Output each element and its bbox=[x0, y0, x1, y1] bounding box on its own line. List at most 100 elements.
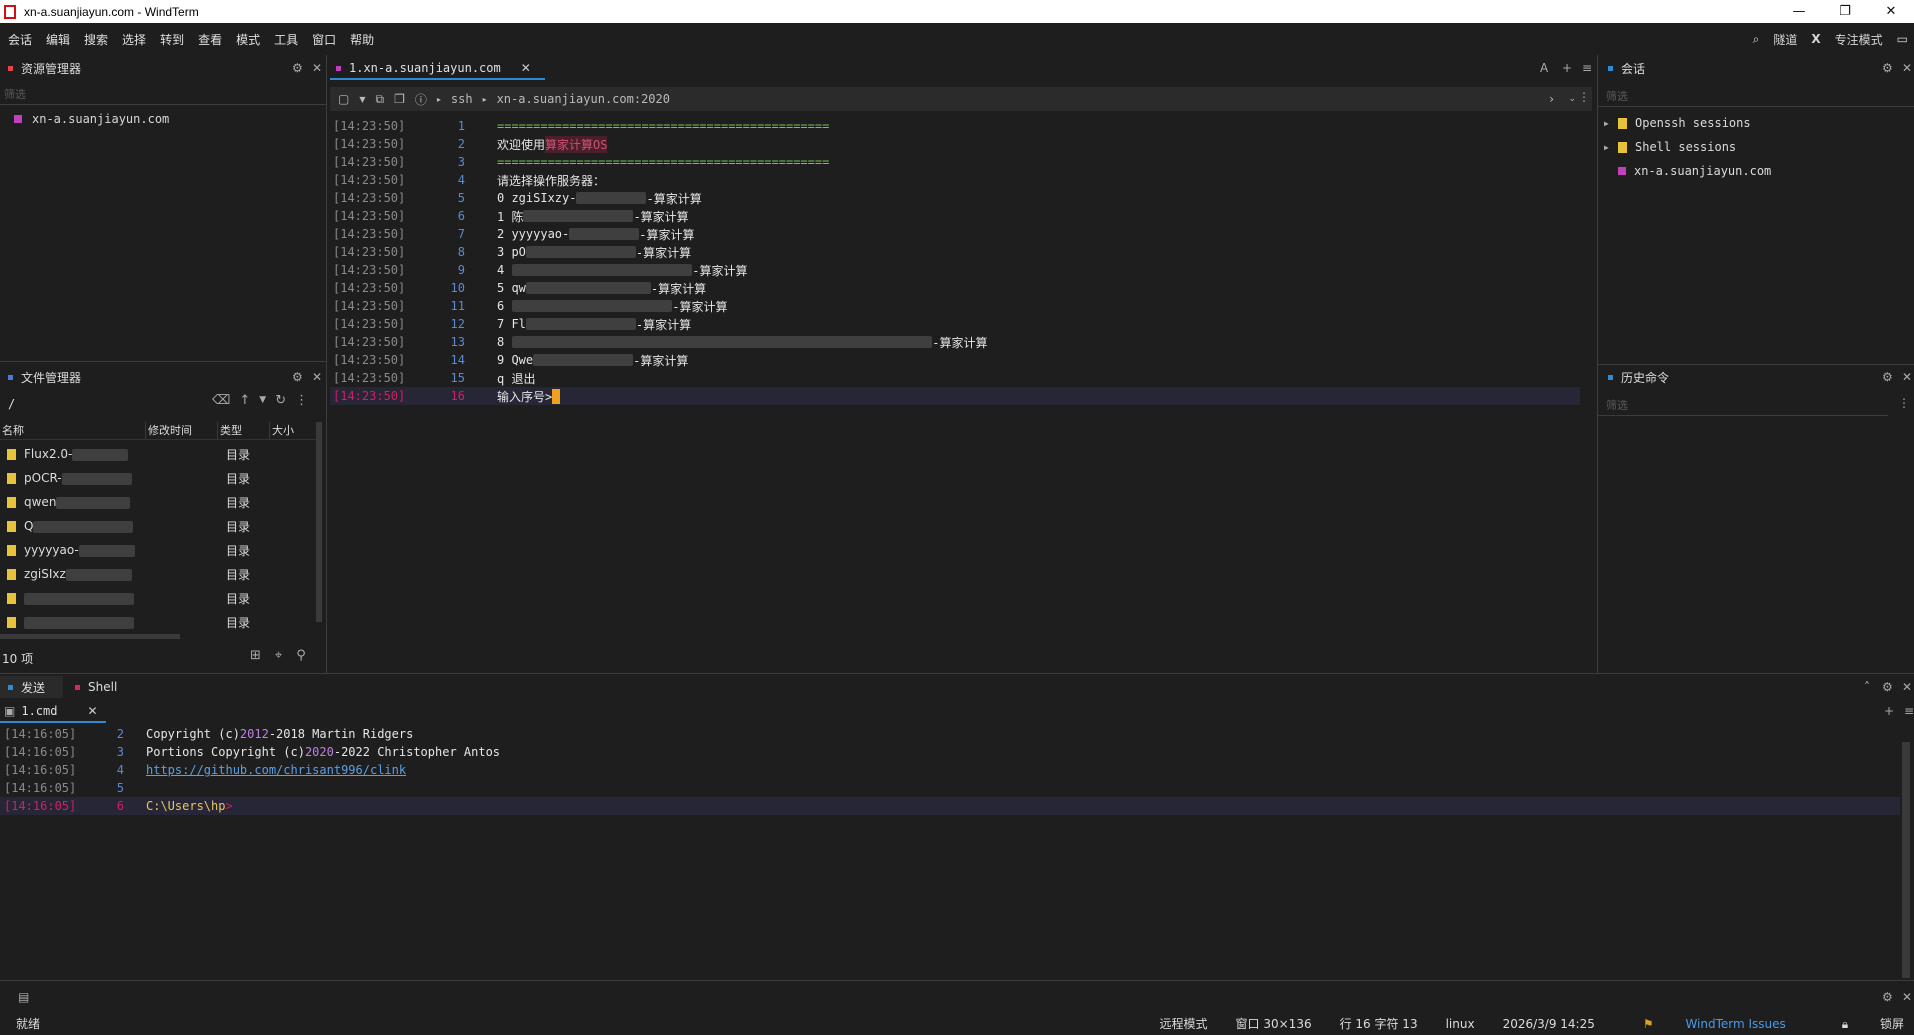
close-icon[interactable]: ✕ bbox=[1902, 61, 1912, 75]
refresh-icon[interactable]: ↻ bbox=[275, 393, 286, 408]
menu-session[interactable]: 会话 bbox=[8, 31, 32, 48]
close-tab-icon[interactable]: ✕ bbox=[521, 61, 531, 75]
clear-icon[interactable]: ⌫ bbox=[212, 393, 230, 408]
send-panel-icon[interactable]: ▤ bbox=[18, 990, 29, 1004]
gear-icon[interactable]: ⚙ bbox=[1882, 370, 1893, 384]
file-row[interactable]: 目录 bbox=[0, 586, 318, 610]
menu-search[interactable]: 搜索 bbox=[84, 31, 108, 48]
menu-goto[interactable]: 转到 bbox=[160, 31, 184, 48]
chevron-down-icon[interactable]: ▼ bbox=[359, 95, 365, 104]
status-os[interactable]: linux bbox=[1446, 1017, 1475, 1031]
chevron-down-icon[interactable]: ⌄ bbox=[1568, 94, 1576, 104]
focus-mode-button[interactable]: 专注模式 bbox=[1835, 31, 1883, 48]
more-icon[interactable]: ⋮ bbox=[1578, 90, 1590, 104]
session-group-shell[interactable]: ▶ Shell sessions bbox=[1604, 137, 1736, 157]
status-cursor-pos[interactable]: 行 16 字符 13 bbox=[1340, 1015, 1418, 1032]
menu-select[interactable]: 选择 bbox=[122, 31, 146, 48]
close-icon[interactable]: ✕ bbox=[312, 61, 322, 75]
resource-host-item[interactable]: xn-a.suanjiayun.com bbox=[14, 112, 169, 126]
terminal-toolbar: ▢ ▼ ⧉ ❐ ⓘ ▸ ssh ▸ xn-a.suanjiayun.com:20… bbox=[330, 87, 1592, 111]
tab-send[interactable]: 发送 bbox=[0, 676, 64, 698]
file-row[interactable]: 目录 bbox=[0, 610, 318, 634]
minimize-button[interactable]: — bbox=[1776, 0, 1822, 23]
col-size[interactable]: 大小 bbox=[270, 422, 318, 439]
more-icon[interactable]: ⋮ bbox=[1898, 396, 1910, 410]
shell-scrollbar[interactable] bbox=[1902, 742, 1910, 978]
chevron-down-icon[interactable]: ▼ bbox=[259, 395, 266, 408]
add-tab-icon[interactable]: + bbox=[1884, 704, 1894, 718]
tab-shell[interactable]: Shell bbox=[63, 676, 141, 698]
expand-icon[interactable]: ▶ bbox=[1604, 119, 1618, 128]
status-mode[interactable]: 远程模式 bbox=[1160, 1015, 1208, 1032]
file-list-hscrollbar[interactable] bbox=[0, 634, 180, 639]
host-address[interactable]: xn-a.suanjiayun.com:2020 bbox=[497, 92, 670, 106]
info-icon[interactable]: ⓘ bbox=[415, 91, 427, 108]
clink-link[interactable]: https://github.com/chrisant996/clink bbox=[146, 763, 406, 777]
terminal-current-line[interactable]: [14:23:50] 16 输入序号> bbox=[333, 387, 561, 405]
x-button[interactable]: X bbox=[1811, 32, 1820, 46]
col-mtime[interactable]: 修改时间 bbox=[146, 422, 218, 439]
expand-icon[interactable]: ▶ bbox=[1604, 143, 1618, 152]
col-name[interactable]: 名称 bbox=[0, 422, 146, 439]
sync-icon[interactable]: ⚲ bbox=[296, 648, 306, 663]
menu-help[interactable]: 帮助 bbox=[350, 31, 374, 48]
shell-current-line[interactable]: [14:16:05] 6 C:\Users\hp > bbox=[4, 797, 233, 815]
host-icon bbox=[14, 115, 22, 123]
gear-icon[interactable]: ⚙ bbox=[1882, 990, 1893, 1004]
status-window-size[interactable]: 窗口 30×136 bbox=[1236, 1015, 1312, 1032]
menu-view[interactable]: 查看 bbox=[198, 31, 222, 48]
new-folder-icon[interactable]: ⊞ bbox=[250, 648, 261, 663]
file-list-scrollbar[interactable] bbox=[316, 422, 322, 622]
protocol-label[interactable]: ssh bbox=[451, 92, 473, 106]
new-session-icon[interactable]: ▢ bbox=[338, 92, 349, 106]
file-row[interactable]: Flux2.0- 目录 bbox=[0, 442, 318, 466]
history-title: 历史命令 bbox=[1600, 366, 1669, 388]
menu-edit[interactable]: 编辑 bbox=[46, 31, 70, 48]
folder-icon bbox=[7, 448, 16, 460]
resource-filter-input[interactable]: 筛选 bbox=[4, 86, 26, 102]
tab-menu-icon[interactable]: ≡ bbox=[1904, 704, 1914, 718]
file-row[interactable]: Q 目录 bbox=[0, 514, 318, 538]
tab-terminal[interactable]: 1.xn-a.suanjiayun.com ✕ bbox=[330, 57, 531, 79]
tab-menu-icon[interactable]: ≡ bbox=[1582, 61, 1592, 75]
gear-icon[interactable]: ⚙ bbox=[1882, 680, 1893, 694]
gear-icon[interactable]: ⚙ bbox=[292, 61, 303, 75]
location-icon[interactable]: ⌖ bbox=[275, 648, 282, 663]
duplicate-icon[interactable]: ⧉ bbox=[376, 92, 385, 107]
add-tab-icon[interactable]: + bbox=[1562, 61, 1572, 75]
layout-icon[interactable]: ▭ bbox=[1897, 32, 1908, 46]
close-icon[interactable]: ✕ bbox=[1902, 370, 1912, 384]
gear-icon[interactable]: ⚙ bbox=[292, 370, 303, 384]
file-row[interactable]: pOCR- 目录 bbox=[0, 466, 318, 490]
up-arrow-icon[interactable]: ↑ bbox=[239, 393, 250, 408]
close-icon[interactable]: ✕ bbox=[1902, 990, 1912, 1004]
chevron-up-icon[interactable]: ˄ bbox=[1864, 680, 1870, 694]
more-icon[interactable]: ⋮ bbox=[295, 393, 308, 408]
session-group-openssh[interactable]: ▶ Openssh sessions bbox=[1604, 113, 1751, 133]
menu-mode[interactable]: 模式 bbox=[236, 31, 260, 48]
file-row[interactable]: zgiSIxz 目录 bbox=[0, 562, 318, 586]
copy-icon[interactable]: ❐ bbox=[394, 92, 405, 106]
sessions-filter-input[interactable]: 筛选 bbox=[1606, 88, 1628, 104]
tunnel-button[interactable]: 隧道 bbox=[1773, 31, 1797, 48]
issues-link[interactable]: ⚑ WindTerm Issues bbox=[1615, 1017, 1786, 1031]
path-input[interactable]: / bbox=[8, 397, 15, 411]
forward-icon[interactable]: › bbox=[1549, 92, 1554, 106]
lock-screen-button[interactable]: 🔒︎ 锁屏 bbox=[1814, 1015, 1904, 1032]
gear-icon[interactable]: ⚙ bbox=[1882, 61, 1893, 75]
session-item-host[interactable]: xn-a.suanjiayun.com bbox=[1604, 161, 1771, 181]
tab-cmd[interactable]: ▣ 1.cmd ✕ bbox=[0, 700, 98, 722]
col-type[interactable]: 类型 bbox=[218, 422, 270, 439]
font-icon[interactable]: A bbox=[1540, 61, 1548, 75]
file-row[interactable]: qwen 目录 bbox=[0, 490, 318, 514]
restore-button[interactable]: ❐ bbox=[1822, 0, 1868, 23]
history-filter-input[interactable]: 筛选 bbox=[1606, 397, 1628, 413]
close-icon[interactable]: ✕ bbox=[1902, 680, 1912, 694]
close-tab-icon[interactable]: ✕ bbox=[87, 704, 97, 718]
search-icon[interactable]: ⌕ bbox=[1753, 32, 1760, 47]
menu-tools[interactable]: 工具 bbox=[274, 31, 298, 48]
file-row[interactable]: yyyyyao- 目录 bbox=[0, 538, 318, 562]
close-icon[interactable]: ✕ bbox=[312, 370, 322, 384]
menu-window[interactable]: 窗口 bbox=[312, 31, 336, 48]
close-button[interactable]: ✕ bbox=[1868, 0, 1914, 23]
